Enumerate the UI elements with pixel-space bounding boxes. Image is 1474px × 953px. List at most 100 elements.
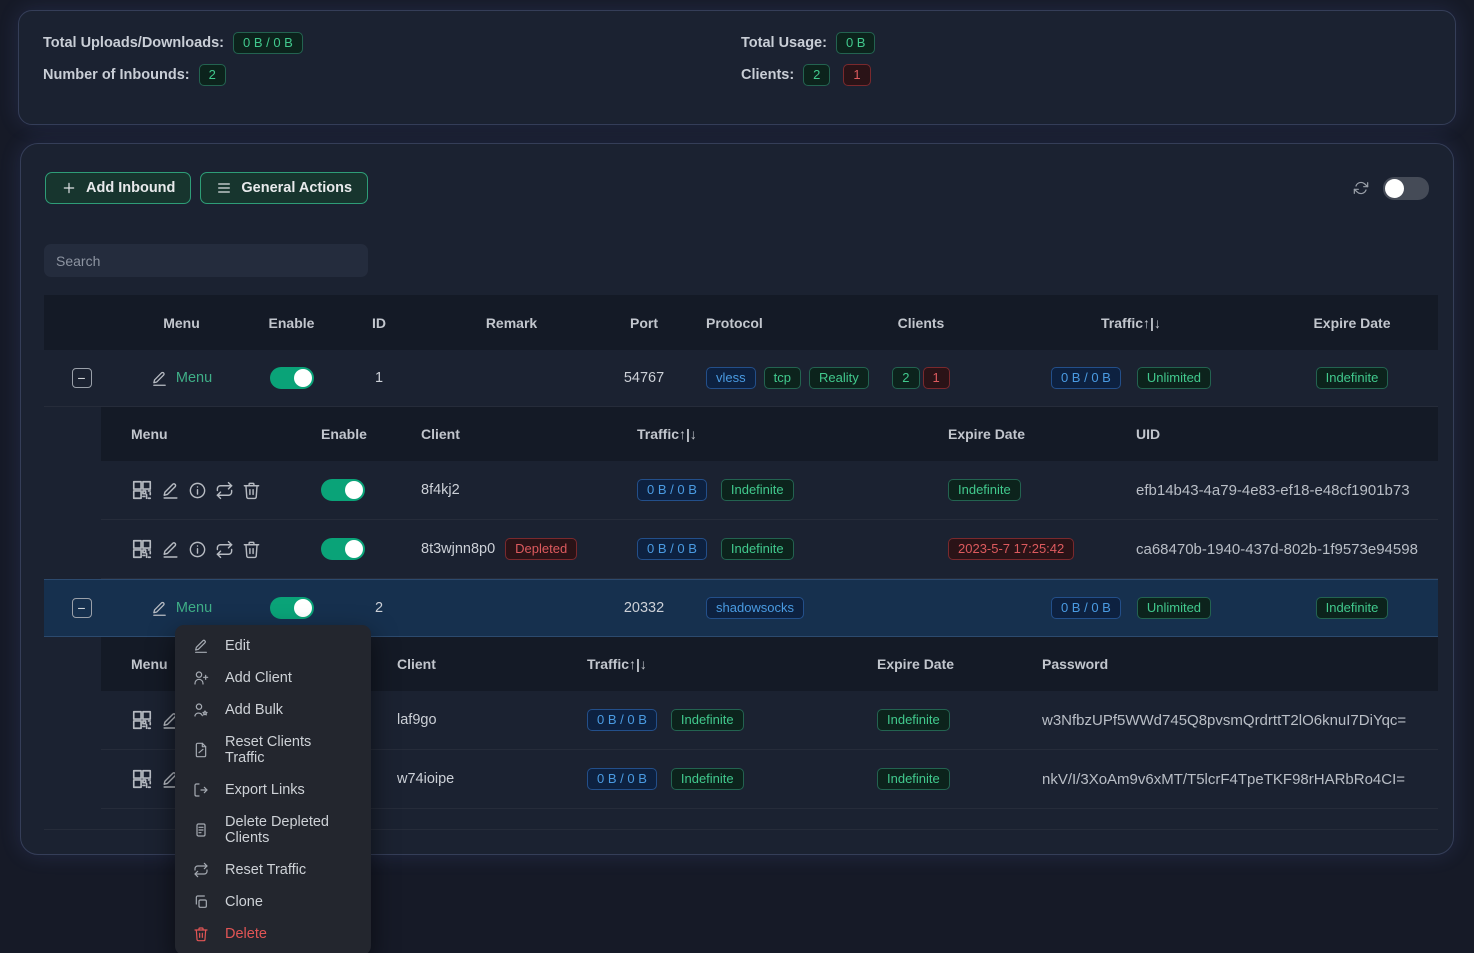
client-enable-toggle[interactable] (321, 538, 365, 560)
header-enable: Enable (244, 315, 339, 331)
header-protocol: Protocol (684, 315, 846, 331)
inbound-enable-toggle[interactable] (270, 597, 314, 619)
menu-item-label: Add Bulk (225, 702, 283, 718)
copy-icon (193, 894, 209, 910)
menu-item-label: Export Links (225, 782, 305, 798)
menu-item-edit[interactable]: Edit (175, 630, 371, 662)
menu-item-reset-clients-traffic[interactable]: Reset Clients Traffic (175, 726, 371, 774)
client-header-uid: UID (1106, 426, 1438, 442)
inbound-id: 1 (339, 370, 419, 386)
traffic-badge: 0 B / 0 B (1051, 367, 1121, 389)
file-trash-icon (193, 822, 209, 838)
inbound-menu-button[interactable]: Menu (151, 370, 212, 387)
inbound-row-1[interactable]: − Menu 1 54767 vless tcp Reality 2 (44, 350, 1438, 407)
client-password: nkV/I/3XoAm9v6xMT/T5lcrF4TpeTKF98rHARbRo… (1012, 771, 1438, 788)
inbound-id: 2 (339, 600, 419, 616)
collapse-row-button[interactable]: − (72, 368, 92, 388)
client-traffic-badge: 0 B / 0 B (587, 768, 657, 790)
edit-icon[interactable] (161, 540, 180, 559)
inbound-menu-button[interactable]: Menu (151, 600, 212, 617)
menu-item-export-links[interactable]: Export Links (175, 774, 371, 806)
client-header-expire: Expire Date (847, 656, 1012, 672)
search-input[interactable] (44, 244, 368, 277)
info-icon[interactable] (188, 540, 207, 559)
clients-active-count: 2 (803, 64, 830, 86)
expire-badge: Indefinite (1316, 367, 1389, 389)
qr-code-icon[interactable] (131, 538, 153, 560)
inbound-enable-toggle[interactable] (270, 367, 314, 389)
menu-item-delete-depleted-clients[interactable]: Delete Depleted Clients (175, 806, 371, 854)
inbound-port: 54767 (604, 370, 684, 386)
client-row: 8t3wjnn8p0 Depleted 0 B / 0 B Indefinite… (101, 520, 1438, 579)
inbound-port: 20332 (604, 600, 684, 616)
protocol-badge: shadowsocks (706, 597, 804, 619)
total-uploads-downloads-label: Total Uploads/Downloads: (43, 35, 224, 51)
plus-icon (61, 180, 77, 196)
hamburger-icon (216, 180, 232, 196)
menu-item-label: Clone (225, 894, 263, 910)
client-header-client: Client (391, 426, 607, 442)
client-expire-badge: Indefinite (948, 479, 1021, 501)
client-uid: ca68470b-1940-437d-802b-1f9573e94598 (1106, 541, 1438, 558)
repeat-icon (193, 862, 209, 878)
header-clients: Clients (846, 315, 996, 331)
info-icon[interactable] (188, 481, 207, 500)
user-plus-icon (193, 670, 209, 686)
client-header-expire: Expire Date (918, 426, 1106, 442)
auto-refresh-toggle[interactable] (1383, 177, 1429, 200)
menu-item-label: Reset Clients Traffic (225, 734, 353, 766)
qr-code-icon[interactable] (131, 768, 153, 790)
edit-icon (151, 600, 168, 617)
menu-item-add-bulk[interactable]: Add Bulk (175, 694, 371, 726)
client-expire-badge: 2023-5-7 17:25:42 (948, 538, 1074, 560)
collapse-row-button[interactable]: − (72, 598, 92, 618)
inbound-menu-label: Menu (176, 600, 212, 616)
qr-code-icon[interactable] (131, 479, 153, 501)
inbound-context-menu: Edit Add Client Add Bulk Reset Clients T… (175, 625, 371, 953)
clients-table-inbound-1: Menu Enable Client Traffic↑|↓ Expire Dat… (101, 407, 1438, 579)
header-port: Port (604, 315, 684, 331)
general-actions-button[interactable]: General Actions (200, 172, 368, 204)
client-name: w74ioipe (367, 771, 557, 787)
menu-item-clone[interactable]: Clone (175, 886, 371, 918)
stats-panel: Total Uploads/Downloads: 0 B / 0 B Total… (18, 10, 1456, 125)
protocol-badge: vless (706, 367, 756, 389)
reset-traffic-icon[interactable] (215, 481, 234, 500)
clients-depleted-badge: 1 (923, 367, 950, 389)
client-header-traffic: Traffic↑|↓ (557, 656, 847, 672)
traffic-badge: 0 B / 0 B (1051, 597, 1121, 619)
edit-icon (151, 370, 168, 387)
export-icon (193, 782, 209, 798)
qr-code-icon[interactable] (131, 709, 153, 731)
reset-traffic-icon[interactable] (215, 540, 234, 559)
menu-item-delete[interactable]: Delete (175, 918, 371, 950)
client-traffic-limit-badge: Indefinite (721, 479, 794, 501)
client-traffic-limit-badge: Indefinite (671, 768, 744, 790)
number-of-inbounds-value: 2 (199, 64, 226, 86)
header-traffic-sort[interactable]: Traffic↑|↓ (996, 315, 1266, 331)
total-usage-value: 0 B (836, 32, 876, 54)
client-header-traffic: Traffic↑|↓ (607, 426, 918, 442)
client-password: w3NfbzUPf5WWd745Q8pvsmQrdrttT2lO6knuI7Di… (1012, 712, 1438, 729)
menu-item-add-client[interactable]: Add Client (175, 662, 371, 694)
inbounds-page: Total Uploads/Downloads: 0 B / 0 B Total… (0, 0, 1474, 953)
trash-icon[interactable] (242, 540, 261, 559)
transport-badge: tcp (764, 367, 801, 389)
clients-active-badge: 2 (892, 367, 919, 389)
header-expire-date: Expire Date (1266, 315, 1438, 331)
inbound-menu-label: Menu (176, 370, 212, 386)
trash-icon[interactable] (242, 481, 261, 500)
client-traffic-badge: 0 B / 0 B (637, 538, 707, 560)
client-enable-toggle[interactable] (321, 479, 365, 501)
header-id: ID (339, 315, 419, 331)
client-header-password: Password (1012, 656, 1438, 672)
menu-item-label: Delete (225, 926, 267, 942)
menu-item-reset-traffic[interactable]: Reset Traffic (175, 854, 371, 886)
client-traffic-badge: 0 B / 0 B (637, 479, 707, 501)
refresh-icon[interactable] (1353, 180, 1369, 196)
client-name: laf9go (367, 712, 557, 728)
client-traffic-limit-badge: Indefinite (721, 538, 794, 560)
client-header-enable: Enable (291, 426, 391, 442)
add-inbound-button[interactable]: Add Inbound (45, 172, 191, 204)
edit-icon[interactable] (161, 481, 180, 500)
